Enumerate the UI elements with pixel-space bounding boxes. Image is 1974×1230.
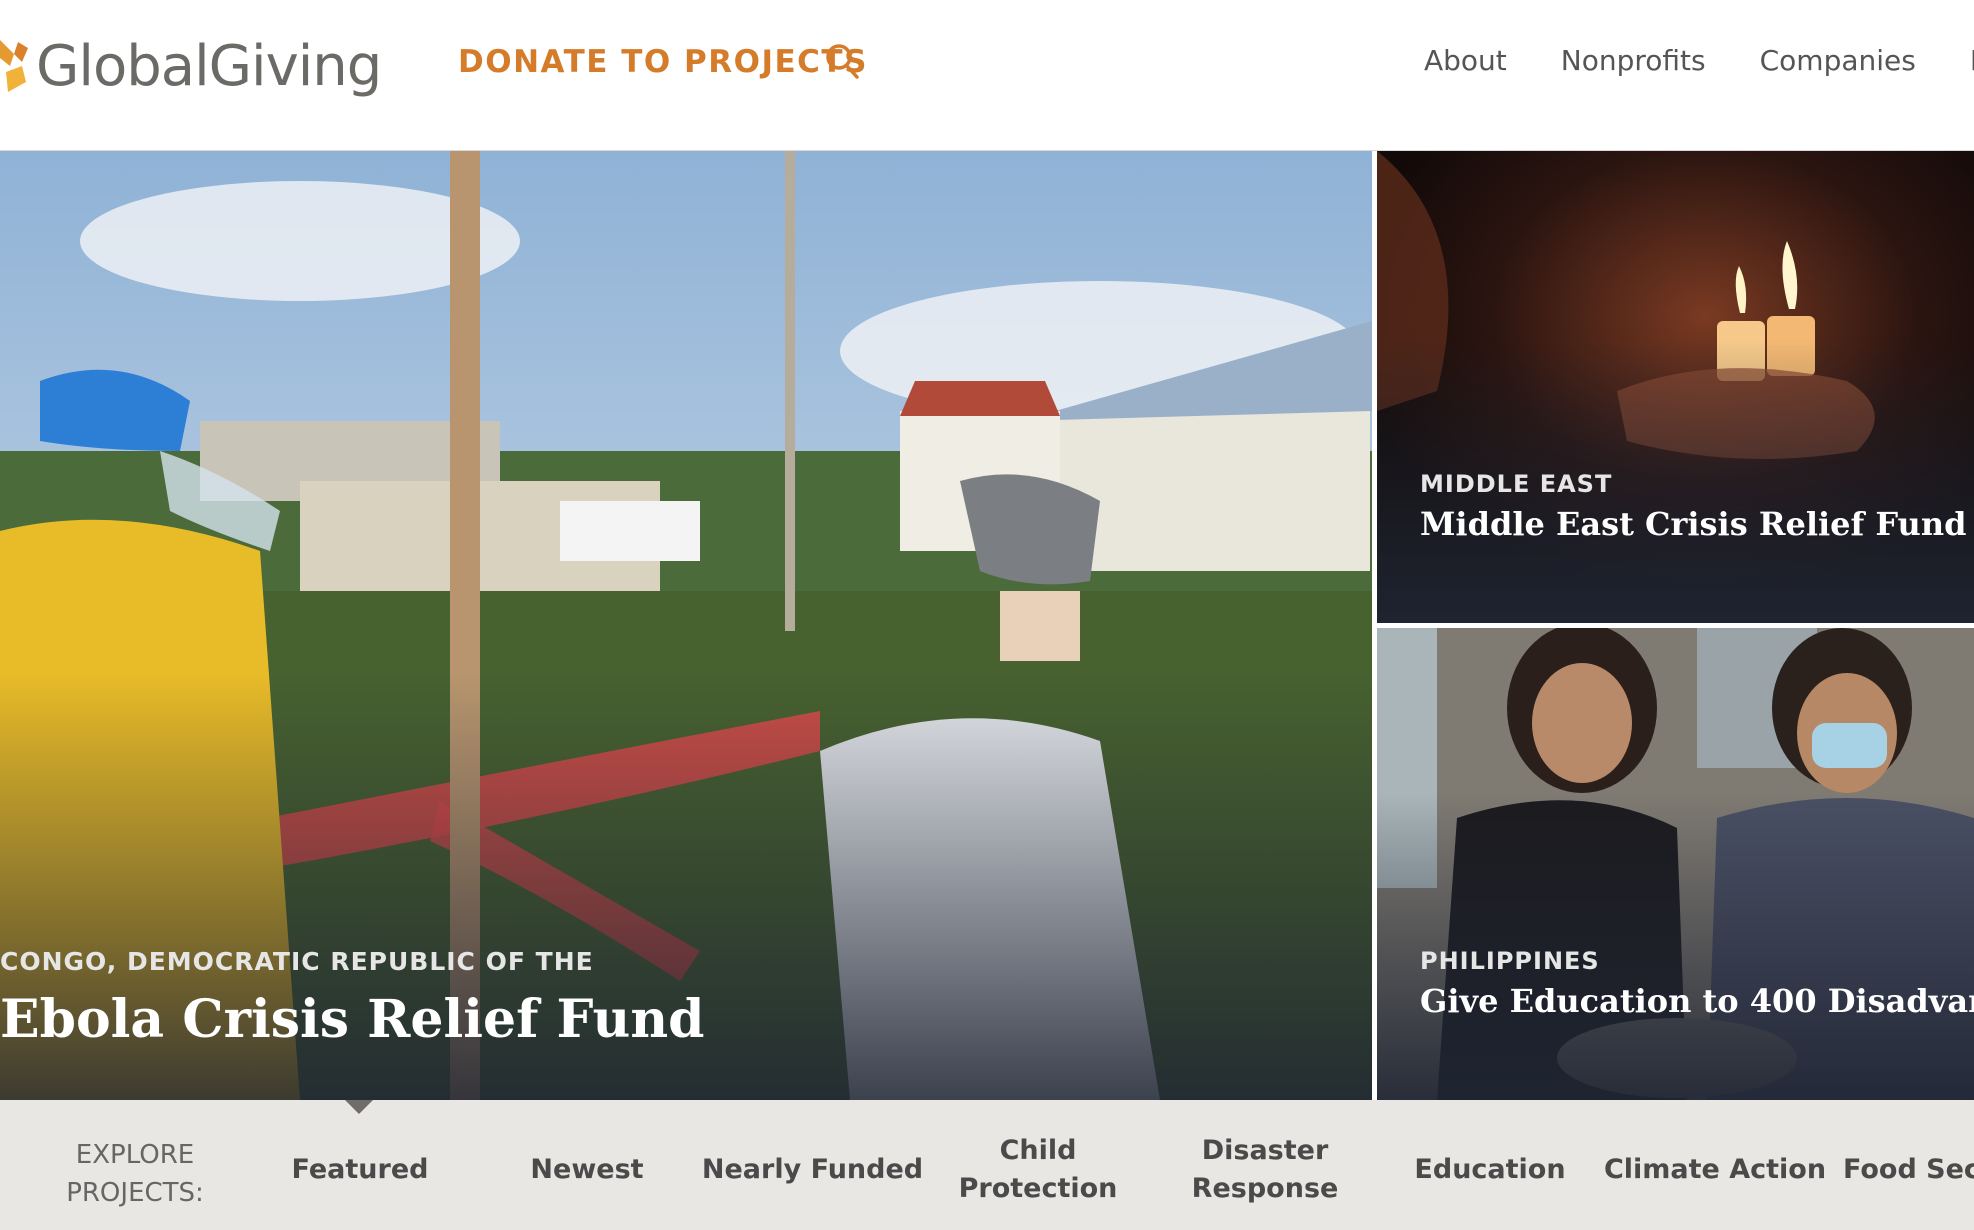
logo-text: GlobalGiving xyxy=(36,33,382,99)
hero-bottom-caption: PHILIPPINES Give Education to 400 Disadv… xyxy=(1377,947,1974,1100)
explore-projects-label: EXPLORE PROJECTS: xyxy=(66,1140,204,1208)
tab-education[interactable]: Education xyxy=(1400,1130,1580,1210)
tab-featured[interactable]: Featured xyxy=(270,1130,450,1210)
hero-feature-ebola[interactable]: CONGO, DEMOCRATIC REPUBLIC OF THE Ebola … xyxy=(0,151,1372,1100)
hero-top-caption: MIDDLE EAST Middle East Crisis Relief Fu… xyxy=(1377,470,1974,623)
nav-more[interactable]: D xyxy=(1970,44,1974,77)
site-header: GlobalGiving DONATE TO PROJECTS About No… xyxy=(0,0,1974,151)
donate-to-projects-link[interactable]: DONATE TO PROJECTS xyxy=(458,44,868,80)
tab-food-security[interactable]: Food Secu xyxy=(1843,1130,1974,1210)
hero-bottom-title[interactable]: Give Education to 400 Disadvantaged Yout… xyxy=(1420,983,1974,1020)
nav-companies[interactable]: Companies xyxy=(1760,44,1916,77)
hero-top-region: MIDDLE EAST xyxy=(1420,470,1613,499)
explore-projects-bar: EXPLORE PROJECTS: Featured Newest Nearly… xyxy=(0,1100,1974,1230)
hero-main-title[interactable]: Ebola Crisis Relief Fund xyxy=(0,990,1372,1050)
nav-about[interactable]: About xyxy=(1424,44,1507,77)
hero-feature-philippines[interactable]: PHILIPPINES Give Education to 400 Disadv… xyxy=(1377,628,1974,1100)
tab-nearly-funded[interactable]: Nearly Funded xyxy=(700,1130,925,1210)
tab-child-protection[interactable]: Child Protection xyxy=(948,1130,1128,1210)
top-nav: About Nonprofits Companies D xyxy=(1424,44,1974,77)
active-tab-pointer xyxy=(345,1100,373,1114)
tab-climate-action[interactable]: Climate Action xyxy=(1604,1130,1826,1210)
tab-disaster-response[interactable]: Disaster Response xyxy=(1175,1130,1355,1210)
hero-top-title[interactable]: Middle East Crisis Relief Fund xyxy=(1420,506,1974,543)
hero-main-caption: CONGO, DEMOCRATIC REPUBLIC OF THE Ebola … xyxy=(0,947,1372,1100)
tab-newest[interactable]: Newest xyxy=(497,1130,677,1210)
nav-nonprofits[interactable]: Nonprofits xyxy=(1561,44,1706,77)
hero-feature-middle-east[interactable]: MIDDLE EAST Middle East Crisis Relief Fu… xyxy=(1377,151,1974,623)
logo-mark-icon xyxy=(0,40,28,92)
hero-main-region: CONGO, DEMOCRATIC REPUBLIC OF THE xyxy=(0,947,594,977)
search-icon[interactable] xyxy=(824,42,860,80)
hero-bottom-region: PHILIPPINES xyxy=(1420,947,1600,976)
globalgiving-logo[interactable]: GlobalGiving xyxy=(0,26,382,106)
